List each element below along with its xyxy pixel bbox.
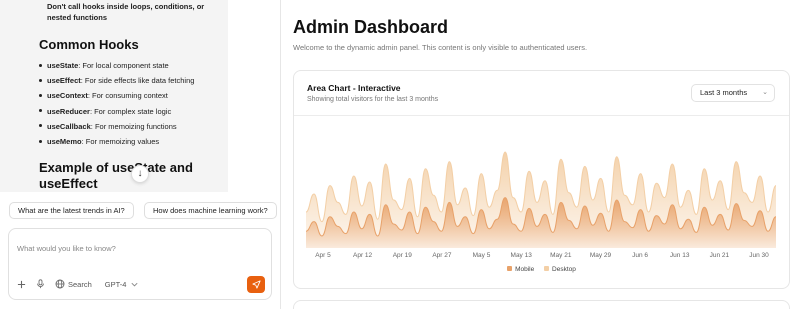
x-tick-label: May 29 [590,252,612,259]
chat-input-box[interactable]: What would you like to know? Search GPT-… [8,228,272,300]
suggestion-chip[interactable]: What are the latest trends in AI? [9,202,134,219]
x-tick-label: May 13 [511,252,533,259]
x-tick-label: Apr 27 [432,252,452,259]
app-root: Don't call hooks inside loops, condition… [0,0,800,309]
legend-label: Mobile [515,266,535,273]
common-hooks-heading: Common Hooks [39,37,139,52]
example-heading: Example of useState and useEffect [39,160,193,191]
attach-button[interactable] [17,277,26,291]
suggestion-chip[interactable]: How does machine learning work? [144,202,277,219]
scroll-down-button[interactable]: ↓ [131,165,149,183]
arrow-down-icon: ↓ [137,168,143,179]
list-item: useCallback: For memoizing functions [39,119,194,134]
area-chart-card: Area Chart - Interactive Showing total v… [293,70,790,289]
chat-panel: Don't call hooks inside loops, condition… [0,0,281,309]
x-tick-label: Jun 30 [749,252,769,259]
chevron-down-icon: ⌄ [762,89,768,96]
plus-icon [17,280,26,288]
dashboard-main: Admin Dashboard Welcome to the dynamic a… [281,0,800,309]
divider [294,115,789,116]
card-title: Area Chart - Interactive [307,83,401,93]
legend-label: Desktop [552,266,576,273]
list-item: useContext: For consuming context [39,88,194,103]
chevron-down-icon [131,282,138,286]
legend-swatch-desktop [544,265,550,271]
page-title: Admin Dashboard [293,17,449,37]
x-tick-label: Apr 5 [315,252,331,259]
x-tick-label: May 5 [473,252,491,259]
time-range-value: Last 3 months [700,88,748,97]
x-tick-label: Jun 21 [710,252,730,259]
x-tick-label: Jun 13 [670,252,690,259]
chat-toolbar: Search GPT-4 [17,277,149,291]
hooks-tip-text: Don't call hooks inside loops, condition… [47,2,205,22]
page-subtitle: Welcome to the dynamic admin panel. This… [293,43,588,52]
chart-legend: Mobile Desktop [294,265,789,273]
send-button[interactable] [247,276,265,293]
hooks-list: useState: For local component state useE… [39,58,194,149]
card-description: Showing total visitors for the last 3 mo… [307,96,439,103]
list-item: useEffect: For side effects like data fe… [39,73,194,88]
chat-input-placeholder[interactable]: What would you like to know? [17,244,116,253]
voice-button[interactable] [36,277,45,291]
microphone-icon [37,279,44,289]
time-range-select[interactable]: Last 3 months ⌄ [691,84,775,102]
chat-message-area: Don't call hooks inside loops, condition… [0,0,228,192]
x-tick-label: May 21 [550,252,572,259]
x-tick-label: Jun 6 [632,252,648,259]
globe-icon [55,279,65,289]
model-select[interactable]: GPT-4 [102,277,140,291]
search-toggle[interactable]: Search [55,277,92,291]
list-item: useReducer: For complex state logic [39,104,194,119]
secondary-card [293,300,790,309]
legend-item-mobile: Mobile [507,265,535,273]
send-icon [251,280,261,289]
legend-swatch-mobile [507,265,513,271]
x-tick-label: Apr 12 [353,252,373,259]
search-label: Search [68,279,92,289]
area-chart: Apr 5 Apr 12 Apr 19 Apr 27 May 5 May 13 May 21… [306,151,776,259]
legend-item-desktop: Desktop [544,265,576,273]
list-item: useState: For local component state [39,58,194,73]
model-label: GPT-4 [104,279,127,289]
x-tick-label: Apr 19 [393,252,413,259]
list-item: useMemo: For memoizing values [39,134,194,149]
